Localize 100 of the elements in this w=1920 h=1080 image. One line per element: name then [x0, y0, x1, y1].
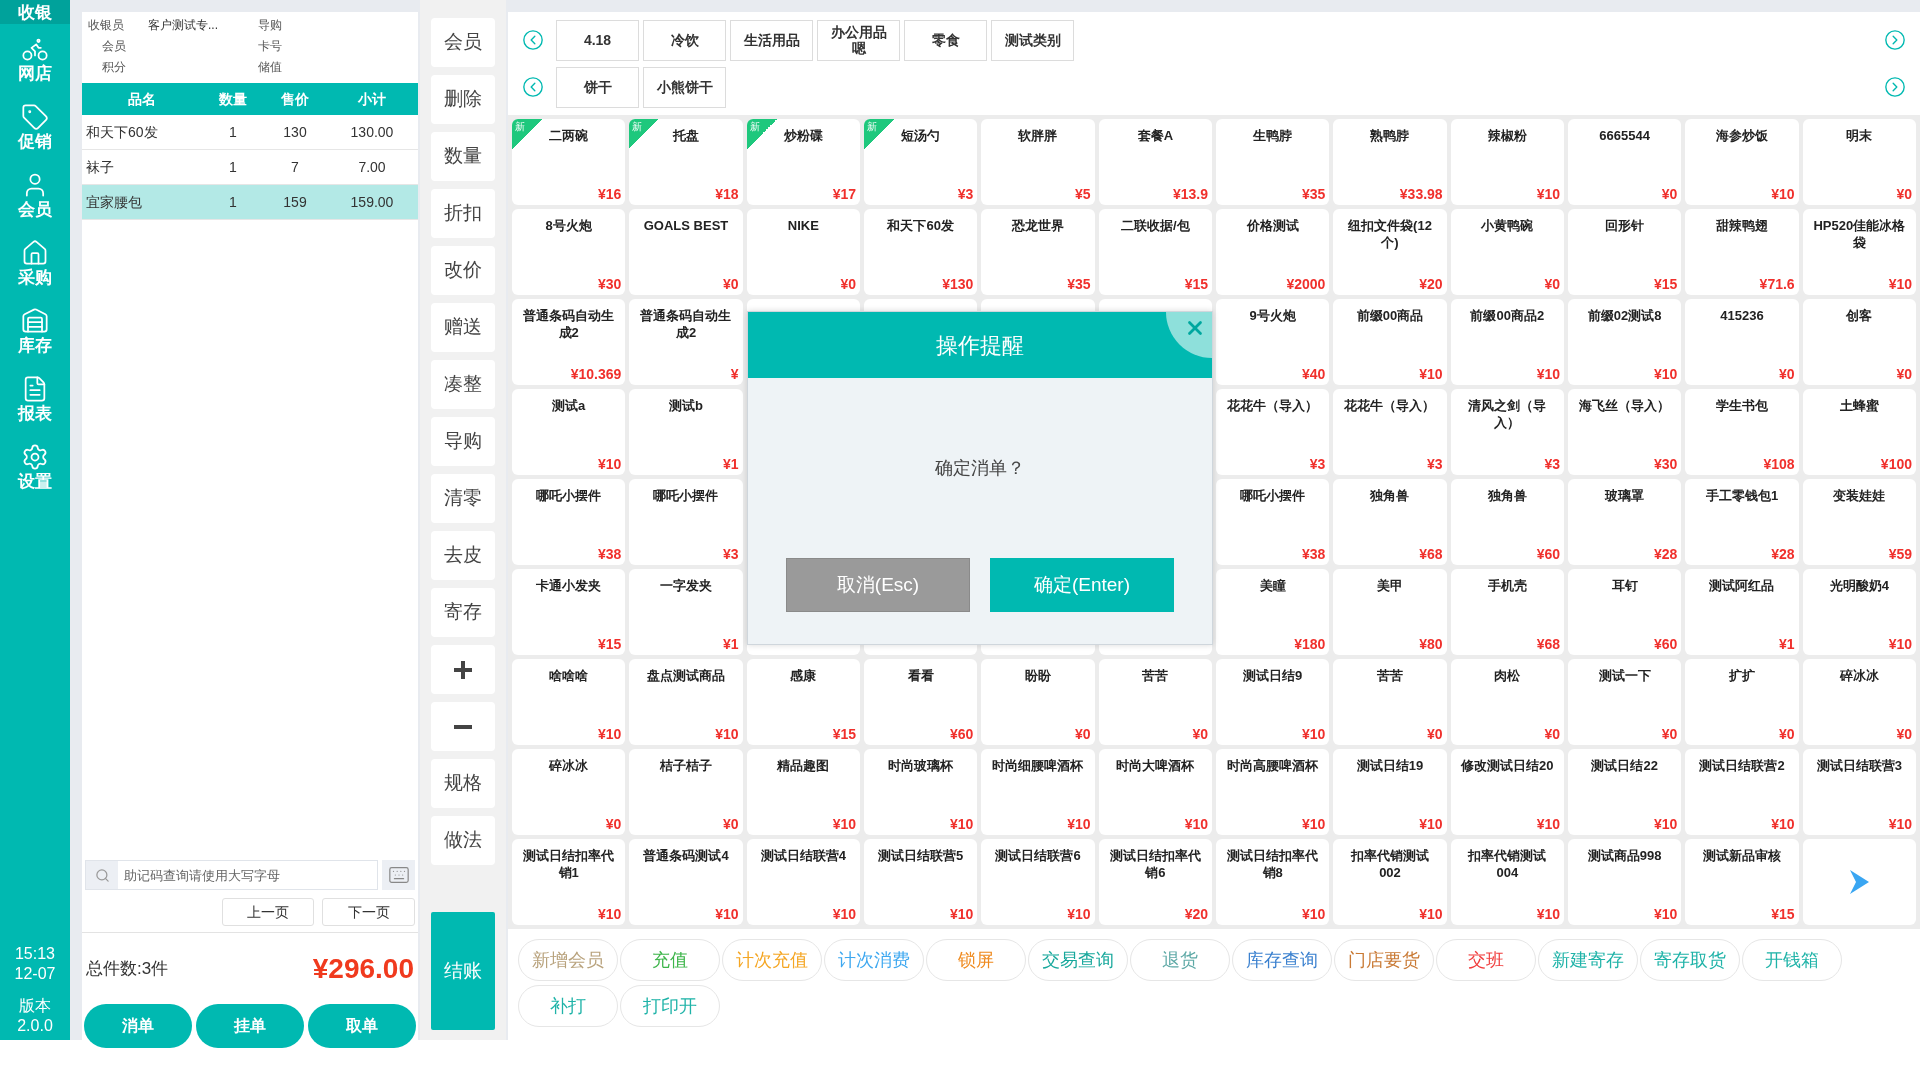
product-card[interactable]: 二联收据/包 ¥15 [1098, 209, 1212, 295]
product-card[interactable]: 新 短汤勺 ¥3 [864, 119, 978, 205]
search-input[interactable]: 助记码查询请使用大写字母 [118, 861, 377, 889]
product-card[interactable]: 苦苦 ¥0 [1098, 659, 1212, 745]
product-card[interactable]: GOALS BEST ¥0 [629, 209, 743, 295]
action-button[interactable]: 交班 [1436, 939, 1536, 981]
product-card[interactable]: 前缀00商品 ¥10 [1333, 299, 1447, 385]
product-card[interactable]: 415236 ¥0 [1685, 299, 1799, 385]
previous-page-button[interactable]: 上一页 [222, 898, 314, 926]
product-card[interactable]: 海飞丝（导入） ¥30 [1568, 389, 1682, 475]
category-tab[interactable]: 生活用品 [730, 19, 813, 61]
product-card[interactable]: 手机壳 ¥68 [1450, 569, 1564, 655]
product-card[interactable]: 恐龙世界 ¥35 [981, 209, 1095, 295]
product-card[interactable]: 玻璃罩 ¥28 [1568, 479, 1682, 565]
category-tab[interactable]: 冷饮 [643, 19, 726, 61]
product-card[interactable]: 创客 ¥0 [1802, 299, 1916, 385]
product-card[interactable]: 测试日结扣率代销8 ¥10 [1216, 839, 1330, 925]
search-field[interactable]: 助记码查询请使用大写字母 [85, 860, 378, 890]
product-card[interactable]: 啥啥啥 ¥10 [512, 659, 626, 745]
product-card[interactable]: 盼盼 ¥0 [981, 659, 1095, 745]
action-button[interactable]: 库存查询 [1232, 939, 1332, 981]
product-card[interactable]: 耳钉 ¥60 [1568, 569, 1682, 655]
product-card[interactable]: 时尚高腰啤酒杯 ¥10 [1216, 749, 1330, 835]
function-button[interactable]: 折扣 [431, 189, 495, 238]
function-button[interactable]: 赠送 [431, 303, 495, 352]
product-card[interactable]: 肉松 ¥0 [1450, 659, 1564, 745]
order-row[interactable]: 宜家腰包 1 159 159.00 [82, 185, 418, 220]
product-card[interactable]: 苦苦 ¥0 [1333, 659, 1447, 745]
product-card[interactable]: 普通条码自动生成2 ¥10.369 [512, 299, 626, 385]
product-card[interactable]: 海参炒饭 ¥10 [1685, 119, 1799, 205]
function-button[interactable]: 删除 [431, 75, 495, 124]
product-card[interactable]: 花花牛（导入） ¥3 [1333, 389, 1447, 475]
product-card[interactable]: 独角兽 ¥68 [1333, 479, 1447, 565]
product-card[interactable]: 精品趣图 ¥10 [746, 749, 860, 835]
product-card[interactable]: 普通条码测试4 ¥10 [629, 839, 743, 925]
product-card[interactable]: 辣椒粉 ¥10 [1450, 119, 1564, 205]
function-button[interactable]: 做法 [431, 816, 495, 865]
function-button[interactable]: 寄存 [431, 588, 495, 637]
product-card[interactable]: 手工零钱包1 ¥28 [1685, 479, 1799, 565]
product-card[interactable]: 8号火炮 ¥30 [512, 209, 626, 295]
product-card[interactable]: 碎冰冰 ¥0 [1802, 659, 1916, 745]
product-card[interactable]: 测试日结联营4 ¥10 [746, 839, 860, 925]
product-card[interactable]: 6665544 ¥0 [1568, 119, 1682, 205]
product-card[interactable]: 碎冰冰 ¥0 [512, 749, 626, 835]
product-card[interactable]: 测试阿红品 ¥1 [1685, 569, 1799, 655]
product-card[interactable]: 学生书包 ¥108 [1685, 389, 1799, 475]
product-card[interactable]: 测试日结联营5 ¥10 [864, 839, 978, 925]
product-card[interactable]: 哪吒小摆件 ¥3 [629, 479, 743, 565]
product-card[interactable]: 修改测试日结20 ¥10 [1450, 749, 1564, 835]
product-card[interactable]: 感康 ¥15 [746, 659, 860, 745]
product-card[interactable]: 扣率代销测试002 ¥10 [1333, 839, 1447, 925]
product-card[interactable]: NIKE ¥0 [746, 209, 860, 295]
product-card[interactable]: 测试日结联营6 ¥10 [981, 839, 1095, 925]
product-card[interactable]: 时尚大啤酒杯 ¥10 [1098, 749, 1212, 835]
function-button[interactable]: 导购 [431, 417, 495, 466]
product-card[interactable]: 清风之剑（导入） ¥3 [1450, 389, 1564, 475]
product-card[interactable]: 前缀02测试8 ¥10 [1568, 299, 1682, 385]
product-card[interactable]: 甜辣鸭翅 ¥71.6 [1685, 209, 1799, 295]
product-card[interactable]: 卡通小发夹 ¥15 [512, 569, 626, 655]
product-card[interactable]: 新 二两碗 ¥16 [512, 119, 626, 205]
function-button[interactable]: 清零 [431, 474, 495, 523]
function-button[interactable]: 规格 [431, 759, 495, 808]
function-button[interactable]: 会员 [431, 18, 495, 67]
product-card[interactable]: 测试日结扣率代销1 ¥10 [512, 839, 626, 925]
product-card[interactable]: 花花牛（导入） ¥3 [1216, 389, 1330, 475]
category-tab[interactable]: 测试类别 [991, 19, 1074, 61]
category-tab[interactable]: 零食 [904, 19, 987, 61]
product-card[interactable]: 测试日结19 ¥10 [1333, 749, 1447, 835]
product-card[interactable]: 9号火炮 ¥40 [1216, 299, 1330, 385]
product-card[interactable]: 测试a ¥10 [512, 389, 626, 475]
product-card[interactable]: 测试日结联营3 ¥10 [1802, 749, 1916, 835]
product-card[interactable]: 美甲 ¥80 [1333, 569, 1447, 655]
product-card[interactable]: 生鸭脖 ¥35 [1216, 119, 1330, 205]
product-card[interactable]: 测试日结联营2 ¥10 [1685, 749, 1799, 835]
product-card[interactable]: 测试新品审核 ¥15 [1685, 839, 1799, 925]
next-page-button[interactable]: 下一页 [322, 898, 415, 926]
product-card[interactable]: 普通条码自动生成2 ¥ [629, 299, 743, 385]
category-tab[interactable]: 饼干 [556, 66, 639, 108]
product-card[interactable]: 扩扩 ¥0 [1685, 659, 1799, 745]
category-tab[interactable]: 办公用品嗯 [817, 19, 900, 61]
product-card[interactable]: 小黄鸭碗 ¥0 [1450, 209, 1564, 295]
product-card[interactable]: 哪吒小摆件 ¥38 [1216, 479, 1330, 565]
product-card[interactable]: 测试一下 ¥0 [1568, 659, 1682, 745]
product-card[interactable]: 纽扣文件袋(12个) ¥20 [1333, 209, 1447, 295]
function-button[interactable]: 数量 [431, 132, 495, 181]
product-card[interactable]: 看看 ¥60 [864, 659, 978, 745]
product-card[interactable]: 新 托盘 ¥18 [629, 119, 743, 205]
product-card[interactable]: 明末 ¥0 [1802, 119, 1916, 205]
product-card[interactable]: 美瞳 ¥180 [1216, 569, 1330, 655]
product-card[interactable]: 测试b ¥1 [629, 389, 743, 475]
product-card[interactable]: 测试日结扣率代销6 ¥20 [1098, 839, 1212, 925]
product-card[interactable]: 桔子桔子 ¥0 [629, 749, 743, 835]
category-tab[interactable]: 小熊饼干 [643, 66, 726, 108]
product-card[interactable]: 套餐A ¥13.9 [1098, 119, 1212, 205]
product-card[interactable]: 测试商品998 ¥10 [1568, 839, 1682, 925]
product-card[interactable]: 软胖胖 ¥5 [981, 119, 1095, 205]
product-card[interactable]: 土蜂蜜 ¥100 [1802, 389, 1916, 475]
product-card[interactable]: 一字发夹 ¥1 [629, 569, 743, 655]
product-card[interactable]: 新 炒粉碟 ¥17 [746, 119, 860, 205]
product-card[interactable]: 时尚玻璃杯 ¥10 [864, 749, 978, 835]
